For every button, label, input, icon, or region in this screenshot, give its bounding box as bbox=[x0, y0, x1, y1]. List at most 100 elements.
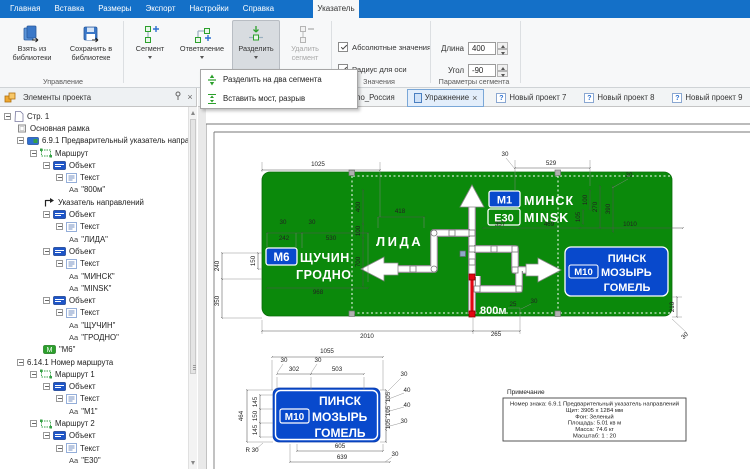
expand-collapse-toggle[interactable] bbox=[43, 383, 50, 390]
scrollbar-thumb[interactable] bbox=[190, 119, 196, 374]
expand-collapse-toggle[interactable] bbox=[56, 309, 63, 316]
tree-row[interactable]: Aa"MINSK" bbox=[0, 282, 188, 294]
tree-row[interactable]: Объект bbox=[0, 294, 188, 306]
expand-collapse-toggle[interactable] bbox=[17, 359, 24, 366]
tree-row[interactable]: Маршрут 2 bbox=[0, 417, 188, 429]
tree-row[interactable]: Aa"Е30" bbox=[0, 454, 188, 466]
tree-scrollbar[interactable] bbox=[188, 107, 197, 469]
menu-tab-ukazatel[interactable]: Указатель bbox=[313, 0, 359, 18]
frame-icon bbox=[17, 123, 27, 134]
tree-row[interactable]: Текст bbox=[0, 221, 188, 233]
expand-collapse-toggle[interactable] bbox=[4, 113, 11, 120]
tree-row[interactable]: М"М6" bbox=[0, 344, 188, 356]
expand-collapse-toggle[interactable] bbox=[43, 162, 50, 169]
schuchin-text[interactable]: ЩУЧИН bbox=[300, 251, 350, 265]
tree-row[interactable]: Aa"ГРОДНО" bbox=[0, 331, 188, 343]
tree-row[interactable]: Объект bbox=[0, 208, 188, 220]
document-tab[interactable]: ?Новый проект 7 bbox=[490, 88, 572, 107]
insert-bridge-icon bbox=[201, 93, 223, 105]
tree-row[interactable]: Aa"ЩУЧИН" bbox=[0, 319, 188, 331]
expand-collapse-toggle[interactable] bbox=[43, 297, 50, 304]
document-tab[interactable]: ?Новый проект 9 bbox=[666, 88, 748, 107]
document-tab[interactable]: Упражнение× bbox=[407, 89, 485, 107]
tree-row[interactable]: Aa"МИНСК" bbox=[0, 270, 188, 282]
tree-row[interactable]: Объект bbox=[0, 430, 188, 442]
tree-row[interactable]: Основная рамка bbox=[0, 122, 188, 134]
expand-collapse-toggle[interactable] bbox=[56, 445, 63, 452]
expand-collapse-toggle[interactable] bbox=[30, 420, 37, 427]
tree-row[interactable]: Текст bbox=[0, 171, 188, 183]
tree-row[interactable]: Текст bbox=[0, 393, 188, 405]
expand-collapse-toggle[interactable] bbox=[56, 223, 63, 230]
tree-row[interactable]: Aa"800м" bbox=[0, 184, 188, 196]
dimension-label: 1010 bbox=[623, 221, 637, 228]
menu-item[interactable]: Экспорт bbox=[138, 0, 182, 18]
menu-item[interactable]: Справка bbox=[236, 0, 281, 18]
close-icon[interactable]: × bbox=[184, 88, 196, 107]
tree-row[interactable]: Текст bbox=[0, 442, 188, 454]
tree-row[interactable]: Текст bbox=[0, 258, 188, 270]
tree-row[interactable]: Объект bbox=[0, 245, 188, 257]
tree-row[interactable]: Маршрут bbox=[0, 147, 188, 159]
minsk-ru-text[interactable]: МИНСК bbox=[524, 194, 574, 208]
small-sign[interactable]: ПИНСК М10 МОЗЫРЬ ГОМЕЛЬ bbox=[273, 388, 380, 442]
close-icon[interactable]: × bbox=[472, 93, 477, 103]
main-sign[interactable]: М6 ЩУЧИН ГРОДНО ЛИДА М1 МИНСК Е30 MINSK … bbox=[262, 170, 672, 317]
note-line: Площадь: 5.01 кв м bbox=[568, 421, 621, 427]
angle-input[interactable]: -90 bbox=[468, 64, 496, 77]
expand-collapse-toggle[interactable] bbox=[56, 260, 63, 267]
menu-item[interactable]: Вставка bbox=[47, 0, 91, 18]
center-handle[interactable] bbox=[460, 251, 466, 257]
tree-row-label: "Е30" bbox=[81, 456, 100, 465]
grodno-text[interactable]: ГРОДНО bbox=[296, 268, 351, 282]
expand-collapse-toggle[interactable] bbox=[43, 211, 50, 218]
expand-collapse-toggle[interactable] bbox=[17, 137, 24, 144]
m6-text[interactable]: М6 bbox=[274, 252, 290, 264]
text-icon bbox=[66, 443, 77, 453]
text-icon bbox=[66, 394, 77, 404]
expand-collapse-toggle[interactable] bbox=[30, 371, 37, 378]
expand-collapse-toggle[interactable] bbox=[43, 248, 50, 255]
pin-icon[interactable] bbox=[172, 88, 184, 107]
expand-collapse-toggle[interactable] bbox=[56, 174, 63, 181]
stepper-down-icon[interactable] bbox=[497, 49, 508, 56]
menu-item[interactable]: Главная bbox=[3, 0, 47, 18]
menu-item[interactable]: Размеры bbox=[91, 0, 138, 18]
angle-stepper[interactable] bbox=[497, 64, 508, 77]
tree-row[interactable]: Указатель направлений bbox=[0, 196, 188, 208]
tree-row[interactable]: Маршрут 1 bbox=[0, 368, 188, 380]
take-from-library-button[interactable]: Взять избиблиотеки bbox=[4, 20, 60, 84]
tree-row[interactable]: Стр. 1 bbox=[0, 110, 188, 122]
dropdown-item[interactable]: Вставить мост, разрыв bbox=[201, 89, 357, 108]
lida-text[interactable]: ЛИДА bbox=[376, 234, 423, 249]
dimension-label: 270 bbox=[592, 201, 599, 212]
panel-gomel-text: ГОМЕЛЬ bbox=[604, 282, 651, 294]
tree-row[interactable]: Текст bbox=[0, 307, 188, 319]
drawing-canvas[interactable]: М6 ЩУЧИН ГРОДНО ЛИДА М1 МИНСК Е30 MINSK … bbox=[198, 107, 750, 469]
expand-collapse-toggle[interactable] bbox=[30, 150, 37, 157]
tree-row[interactable]: 6.14.1 Номер маршрута bbox=[0, 356, 188, 368]
save-to-library-button[interactable]: Сохранить вбиблиотеке bbox=[62, 20, 120, 84]
tree-row[interactable]: Aa"ЛИДА" bbox=[0, 233, 188, 245]
tree-row[interactable]: Объект bbox=[0, 159, 188, 171]
chevron-down-icon bbox=[200, 56, 204, 59]
tree-row-label: "800м" bbox=[81, 185, 105, 194]
segment-button[interactable]: Сегмент bbox=[128, 20, 172, 84]
tree-row[interactable]: Aa"М1" bbox=[0, 405, 188, 417]
absolute-values-checkbox[interactable]: Абсолютные значения bbox=[338, 42, 431, 52]
m1-text[interactable]: М1 bbox=[497, 195, 512, 207]
length-stepper[interactable] bbox=[497, 42, 508, 55]
length-input[interactable]: 400 bbox=[468, 42, 496, 55]
scroll-up-icon[interactable] bbox=[191, 111, 195, 115]
dropdown-item[interactable]: Разделить на два сегмента bbox=[201, 70, 357, 89]
blue-panel[interactable]: ПИНСК М10 МОЗЫРЬ ГОМЕЛЬ bbox=[565, 247, 668, 296]
tree-row[interactable]: Объект bbox=[0, 381, 188, 393]
expand-collapse-toggle[interactable] bbox=[43, 432, 50, 439]
scroll-down-icon[interactable] bbox=[191, 461, 195, 465]
distance-text[interactable]: 800м bbox=[480, 305, 507, 317]
tree-row[interactable]: 6.9.1 Предварительный указатель напра bbox=[0, 135, 188, 147]
note-line: Фон: Зеленый bbox=[575, 413, 613, 420]
menu-item[interactable]: Настройки bbox=[183, 0, 236, 18]
document-tab[interactable]: ?Новый проект 8 bbox=[578, 88, 660, 107]
expand-collapse-toggle[interactable] bbox=[56, 395, 63, 402]
